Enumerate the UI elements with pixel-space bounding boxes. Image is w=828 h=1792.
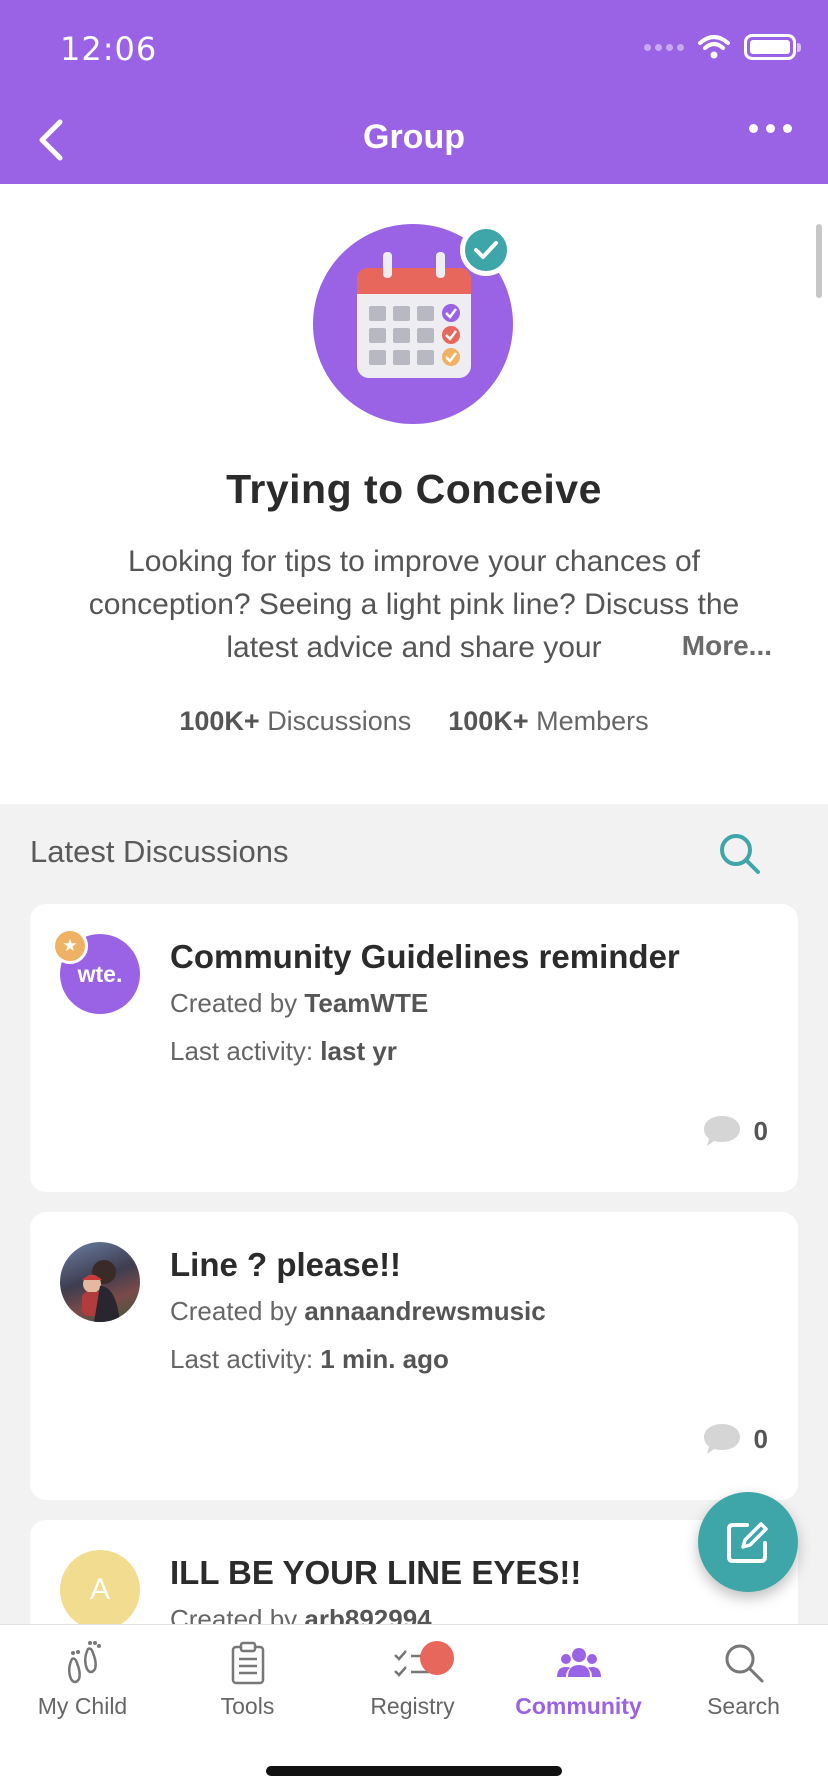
tab-label: Search bbox=[707, 1693, 780, 1719]
author-name: TeamWTE bbox=[304, 988, 429, 1018]
discussion-author: Created by annaandrewsmusic bbox=[170, 1296, 546, 1327]
wifi-icon bbox=[698, 35, 730, 59]
comment-count: 0 bbox=[702, 1422, 768, 1456]
discussions-count: 100K+ bbox=[179, 706, 260, 736]
more-link[interactable]: More... bbox=[682, 630, 772, 662]
more-options-button[interactable] bbox=[749, 124, 792, 133]
activity-value: last yr bbox=[320, 1036, 397, 1066]
discussion-activity: Last activity: 1 min. ago bbox=[170, 1344, 449, 1375]
group-stats: 100K+ Discussions 100K+ Members bbox=[0, 706, 828, 737]
new-discussion-button[interactable] bbox=[698, 1492, 798, 1592]
search-icon bbox=[725, 1644, 763, 1683]
tab-label: My Child bbox=[37, 1693, 128, 1719]
scrollbar[interactable] bbox=[816, 224, 822, 298]
tab-my-child[interactable]: My Child bbox=[0, 1639, 165, 1739]
verified-badge bbox=[460, 224, 512, 276]
notification-badge bbox=[420, 1641, 454, 1675]
clipboard-icon bbox=[231, 1641, 264, 1685]
activity-label: Last activity: bbox=[170, 1344, 314, 1374]
activity-label: Last activity: bbox=[170, 1036, 314, 1066]
tab-tools[interactable]: Tools bbox=[165, 1639, 330, 1739]
home-indicator[interactable] bbox=[266, 1766, 562, 1776]
tab-label: Registry bbox=[370, 1693, 455, 1719]
discussion-search-button[interactable] bbox=[716, 830, 764, 878]
discussion-card[interactable]: ★ wte. Community Guidelines reminder Cre… bbox=[30, 904, 798, 1192]
tab-label: Tools bbox=[220, 1693, 275, 1719]
footprints-icon bbox=[67, 1641, 101, 1684]
checkmark-icon bbox=[474, 241, 498, 259]
people-icon bbox=[556, 1648, 601, 1677]
tab-search[interactable]: Search bbox=[661, 1639, 826, 1739]
members-count: 100K+ bbox=[448, 706, 529, 736]
status-time: 12:06 bbox=[60, 30, 158, 68]
search-icon bbox=[720, 834, 760, 874]
tab-label: Community bbox=[515, 1693, 642, 1719]
members-label: Members bbox=[536, 706, 649, 736]
section-title: Latest Discussions bbox=[30, 834, 289, 869]
cellular-signal-icon bbox=[644, 43, 684, 51]
compose-icon bbox=[727, 1522, 768, 1563]
discussion-card[interactable]: Line ? please!! Created by annaandrewsmu… bbox=[30, 1212, 798, 1500]
discussions-label: Discussions bbox=[267, 706, 412, 736]
avatar bbox=[60, 1242, 140, 1322]
star-icon: ★ bbox=[52, 928, 88, 964]
discussion-author: Created by TeamWTE bbox=[170, 988, 428, 1019]
discussion-title: Community Guidelines reminder bbox=[170, 938, 680, 975]
created-by-label: Created by bbox=[170, 1296, 298, 1326]
user-photo bbox=[82, 1260, 120, 1322]
comment-count-value: 0 bbox=[753, 1423, 768, 1454]
battery-icon bbox=[744, 34, 801, 60]
tab-community[interactable]: Community bbox=[496, 1639, 661, 1739]
author-name: annaandrewsmusic bbox=[304, 1296, 546, 1326]
comment-bubble-icon bbox=[703, 1116, 740, 1146]
discussion-title: Line ? please!! bbox=[170, 1246, 402, 1283]
avatar: A bbox=[60, 1550, 140, 1630]
comment-count: 0 bbox=[702, 1114, 768, 1148]
group-name: Trying to Conceive bbox=[226, 466, 602, 512]
activity-value: 1 min. ago bbox=[320, 1344, 449, 1374]
top-bar: 12:06 Group bbox=[0, 0, 828, 184]
created-by-label: Created by bbox=[170, 988, 298, 1018]
tab-registry[interactable]: Registry bbox=[330, 1639, 495, 1739]
discussion-title: ILL BE YOUR LINE EYES!! bbox=[170, 1554, 582, 1591]
comment-bubble-icon bbox=[703, 1424, 740, 1454]
group-description: Looking for tips to improve your chances… bbox=[88, 545, 740, 664]
discussion-activity: Last activity: last yr bbox=[170, 1036, 397, 1067]
comment-count-value: 0 bbox=[753, 1115, 768, 1146]
page-title: Group bbox=[363, 118, 465, 156]
status-icons bbox=[644, 34, 801, 60]
